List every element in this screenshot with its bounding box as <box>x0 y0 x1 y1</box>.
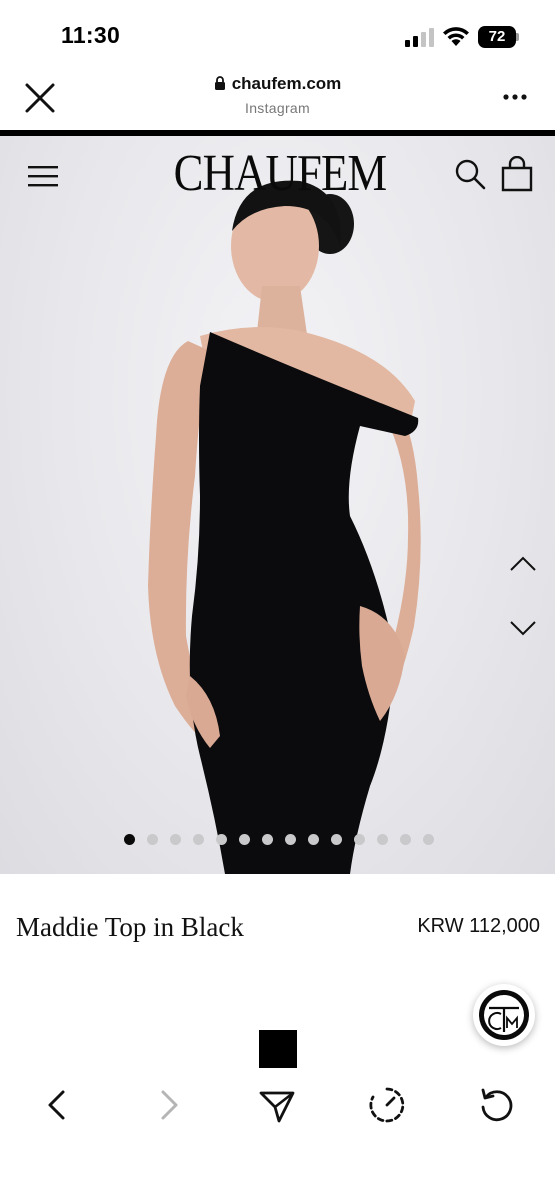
status-time: 11:30 <box>61 22 121 48</box>
signal-icon <box>405 28 434 47</box>
search-icon[interactable] <box>454 158 486 190</box>
product-name: Maddie Top in Black <box>16 912 244 942</box>
carousel-dot[interactable] <box>239 834 250 845</box>
model-photo <box>148 180 421 874</box>
carousel-dot[interactable] <box>377 834 388 845</box>
browser-toolbar <box>0 1075 555 1135</box>
url-domain: chaufem.com <box>231 74 342 93</box>
chevron-left-icon[interactable] <box>38 1085 78 1125</box>
carousel-dot[interactable] <box>216 834 227 845</box>
carousel-dot[interactable] <box>308 834 319 845</box>
reload-icon[interactable] <box>477 1085 517 1125</box>
brand-logo[interactable]: CHAUFEM <box>168 144 392 203</box>
send-icon[interactable] <box>257 1085 297 1125</box>
battery-cap <box>516 33 519 41</box>
carousel-dot[interactable] <box>193 834 204 845</box>
hamburger-menu-icon[interactable] <box>28 164 58 188</box>
url-source: Instagram <box>245 100 310 116</box>
more-icon[interactable] <box>500 90 530 104</box>
carousel-dot[interactable] <box>147 834 158 845</box>
product-hero-image[interactable]: CHAUFEM <box>0 136 555 874</box>
carousel-dot[interactable] <box>170 834 181 845</box>
carousel-dot[interactable] <box>354 834 365 845</box>
timer-icon[interactable] <box>367 1085 407 1125</box>
carousel-dot[interactable] <box>400 834 411 845</box>
carousel-dot[interactable] <box>285 834 296 845</box>
chat-widget-button[interactable] <box>473 984 535 1046</box>
url-bar[interactable]: chaufem.com <box>0 74 555 94</box>
lock-icon <box>214 76 225 90</box>
chat-logo-icon <box>479 990 529 1040</box>
carousel-dot[interactable] <box>331 834 342 845</box>
wifi-icon <box>443 27 469 46</box>
battery-level: 72 <box>488 28 506 45</box>
chevron-right-icon[interactable] <box>148 1085 188 1125</box>
color-swatch-selected[interactable] <box>259 1030 297 1068</box>
carousel-indicator <box>0 834 555 848</box>
chevron-up-icon[interactable] <box>508 554 538 574</box>
product-price: KRW 112,000 <box>417 915 540 937</box>
shopping-bag-icon[interactable] <box>500 156 534 192</box>
carousel-dot[interactable] <box>423 834 434 845</box>
carousel-dot[interactable] <box>262 834 273 845</box>
browser-header: chaufem.com Instagram <box>0 60 555 132</box>
carousel-dot[interactable] <box>124 834 135 845</box>
chevron-down-icon[interactable] <box>508 618 538 638</box>
